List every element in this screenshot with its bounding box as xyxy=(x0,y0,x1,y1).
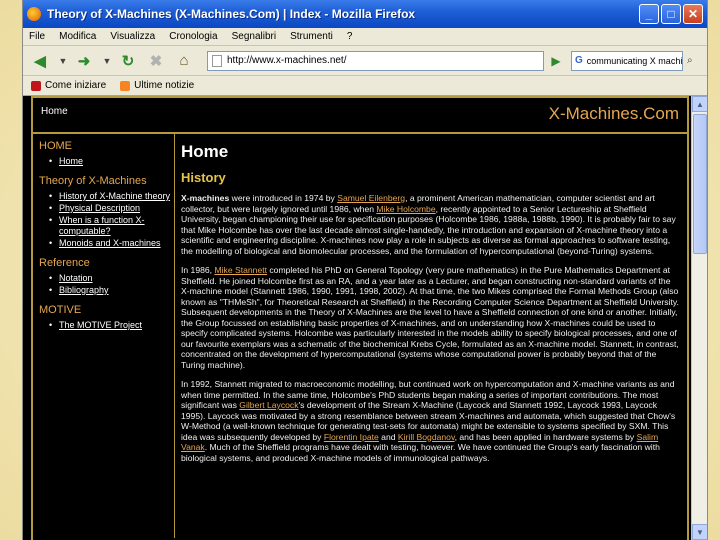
link-bogdanov[interactable]: Kirill Bogdanov xyxy=(398,432,455,442)
sidebar-heading-reference: Reference xyxy=(39,257,90,269)
vertical-scrollbar[interactable]: ▲ ▼ xyxy=(691,96,707,540)
menu-view[interactable]: Visualizza xyxy=(110,31,155,42)
reload-icon[interactable]: ↻ xyxy=(117,50,139,72)
url-bar[interactable]: http://www.x-machines.net/ xyxy=(207,50,544,71)
sidebar-link[interactable]: The MOTIVE Project xyxy=(59,320,142,330)
window-title: Theory of X-Machines (X-Machines.Com) | … xyxy=(47,7,416,21)
sidebar-link[interactable]: Physical Description xyxy=(59,203,140,213)
sidebar-item-motive-project[interactable]: The MOTIVE Project xyxy=(49,320,174,331)
search-input[interactable]: G communicating X machine xyxy=(571,50,683,71)
menu-help[interactable]: ? xyxy=(347,31,353,42)
sidebar-link[interactable]: Monoids and X-machines xyxy=(59,238,161,248)
bookmark-label: Come iniziare xyxy=(45,80,107,91)
bookmark-getting-started[interactable]: Come iniziare xyxy=(31,80,106,91)
menu-tools[interactable]: Strumenti xyxy=(290,31,333,42)
sidebar-heading-home: HOME xyxy=(39,140,72,152)
sidebar-heading-theory: Theory of X-Machines xyxy=(39,175,147,187)
text: and xyxy=(378,431,398,442)
sidebar-heading-motive: MOTIVE xyxy=(39,304,82,316)
link-stannett[interactable]: Mike Stannett xyxy=(214,265,267,275)
minimize-button[interactable]: _ xyxy=(639,4,659,24)
bookmarks-toolbar: Come iniziare Ultime notizie xyxy=(23,76,707,96)
sidebar-link[interactable]: History of X-Machine theory xyxy=(59,191,170,201)
sidebar-item-home[interactable]: Home xyxy=(49,156,174,167)
menu-bar: File Modifica Visualizza Cronologia Segn… xyxy=(23,28,707,46)
search-magnifier-icon[interactable]: ⌕ xyxy=(687,55,701,66)
page-title: Home xyxy=(181,142,229,161)
sidebar-link[interactable]: Bibliography xyxy=(59,285,109,295)
bookmark-label: Ultime notizie xyxy=(134,80,195,91)
forward-dropdown-icon[interactable]: ▼ xyxy=(101,50,113,72)
site-header: Home X-Machines.Com xyxy=(33,98,687,134)
section-heading: History xyxy=(181,170,226,185)
sidebar: HOME Home Theory of X-Machines History o… xyxy=(33,134,175,538)
sidebar-item-monoids[interactable]: Monoids and X-machines xyxy=(49,238,174,249)
firefox-icon xyxy=(27,7,41,21)
go-arrow-icon[interactable]: ▶ xyxy=(547,51,565,71)
page-icon xyxy=(212,54,222,67)
menu-bookmarks[interactable]: Segnalibri xyxy=(232,31,276,42)
sidebar-link[interactable]: Notation xyxy=(59,273,93,283)
menu-history[interactable]: Cronologia xyxy=(169,31,217,42)
forward-arrow-icon[interactable]: ➜ xyxy=(73,50,95,72)
back-arrow-icon[interactable]: ◀ xyxy=(29,50,51,72)
title-bar[interactable]: Theory of X-Machines (X-Machines.Com) | … xyxy=(23,0,707,28)
sidebar-item-x-computable[interactable]: When is a function X-computable? xyxy=(49,215,174,237)
bookmark-latest-news[interactable]: Ultime notizie xyxy=(120,80,194,91)
link-holcombe[interactable]: Mike Holcombe xyxy=(376,204,435,214)
url-text: http://www.x-machines.net/ xyxy=(227,55,347,66)
close-button[interactable]: ✕ xyxy=(683,4,703,24)
sidebar-link[interactable]: Home xyxy=(59,156,83,166)
lead-term: X-machines xyxy=(181,193,230,203)
menu-edit[interactable]: Modifica xyxy=(59,31,96,42)
menu-file[interactable]: File xyxy=(29,31,45,42)
sidebar-item-bibliography[interactable]: Bibliography xyxy=(49,285,174,296)
link-laycock[interactable]: Gilbert Laycock xyxy=(239,400,298,410)
maximize-button[interactable]: □ xyxy=(661,4,681,24)
scroll-down-icon[interactable]: ▼ xyxy=(692,524,707,540)
sidebar-item-history[interactable]: History of X-Machine theory xyxy=(49,191,174,202)
text: In 1986, xyxy=(181,265,215,275)
sidebar-item-physical-description[interactable]: Physical Description xyxy=(49,203,174,214)
text: were introduced in 1974 by xyxy=(229,193,338,203)
text: . Much of the Sheffield programs have de… xyxy=(181,442,660,463)
breadcrumb[interactable]: Home xyxy=(41,106,68,117)
link-ipate[interactable]: Florentin Ipate xyxy=(324,432,379,442)
page-content: Home X-Machines.Com HOME Home Theory of … xyxy=(23,96,707,540)
text: , and has been applied in hardware syste… xyxy=(454,431,637,442)
sidebar-link[interactable]: When is a function X-computable? xyxy=(59,215,145,236)
site-logo[interactable]: X-Machines.Com xyxy=(549,104,679,124)
scroll-thumb[interactable] xyxy=(693,114,707,254)
main-content: Home History X-machines were introduced … xyxy=(175,134,687,538)
navigation-toolbar: ◀ ▼ ➜ ▼ ↻ ✖ ⌂ http://www.x-machines.net/… xyxy=(23,46,707,76)
bookmark-icon xyxy=(31,80,41,91)
back-dropdown-icon[interactable]: ▼ xyxy=(57,50,69,72)
paragraph-3: In 1992, Stannett migrated to macroecono… xyxy=(181,379,681,463)
google-icon: G xyxy=(575,55,583,66)
stop-icon[interactable]: ✖ xyxy=(145,50,167,72)
site-page: Home X-Machines.Com HOME Home Theory of … xyxy=(31,96,689,540)
search-text: communicating X machine xyxy=(586,55,683,66)
browser-window: Theory of X-Machines (X-Machines.Com) | … xyxy=(22,0,708,540)
rss-icon xyxy=(120,80,131,91)
text: completed his PhD on General Topology (v… xyxy=(181,265,679,370)
sidebar-item-notation[interactable]: Notation xyxy=(49,273,174,284)
link-eilenberg[interactable]: Samuel Eilenberg xyxy=(337,193,405,203)
home-icon[interactable]: ⌂ xyxy=(173,50,195,72)
paragraph-1: X-machines were introduced in 1974 by Sa… xyxy=(181,193,681,256)
scroll-up-icon[interactable]: ▲ xyxy=(692,96,707,112)
paragraph-2: In 1986, Mike Stannett completed his PhD… xyxy=(181,265,681,370)
